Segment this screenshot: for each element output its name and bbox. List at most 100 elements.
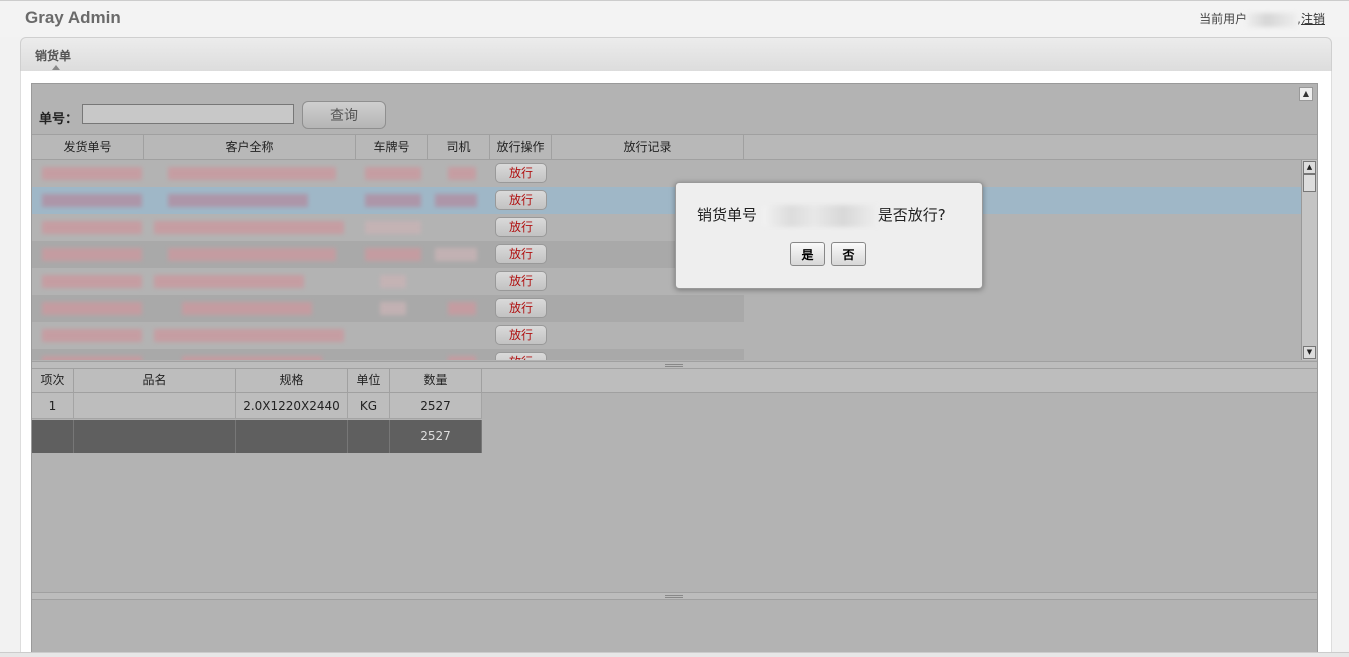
col-quantity[interactable]: 数量 <box>390 369 482 392</box>
dialog-message: 销货单号 是否放行? <box>697 204 946 227</box>
summary-row: 2527 <box>32 420 482 453</box>
order-no-redacted <box>761 204 878 227</box>
scroll-up-icon[interactable]: ▲ <box>1303 161 1316 174</box>
release-button[interactable]: 放行 <box>495 244 547 264</box>
redacted-cell <box>448 167 476 180</box>
scroll-thumb[interactable] <box>1303 174 1316 192</box>
col-delivery-no[interactable]: 发货单号 <box>32 135 144 159</box>
col-unit[interactable]: 单位 <box>348 369 390 392</box>
redacted-cell <box>182 302 312 315</box>
col-customer-name[interactable]: 客户全称 <box>144 135 356 159</box>
table-row-selected[interactable]: 放行 <box>32 187 1301 214</box>
release-button[interactable]: 放行 <box>495 352 547 360</box>
spec-cell: 2.0X1220X2440 <box>236 393 348 419</box>
main-panel: ▲ 单号： 查询 发货单号 客户全称 车牌号 司机 放行操作 放行记录 放行 放… <box>31 83 1318 656</box>
current-user-label: 当前用户 <box>1199 12 1248 26</box>
user-area: 当前用户 ,注销 <box>1199 10 1325 27</box>
redacted-cell <box>42 221 142 234</box>
summary-cell <box>348 420 390 453</box>
redacted-cell <box>365 221 421 234</box>
splitter-grip-icon <box>665 364 683 367</box>
table-row[interactable]: 放行 <box>32 241 744 268</box>
table-row[interactable]: 放行 <box>32 322 744 349</box>
col-release-record[interactable]: 放行记录 <box>552 135 744 159</box>
table-row[interactable]: 放行 <box>32 268 744 295</box>
item-no-cell: 1 <box>32 393 74 419</box>
release-confirm-dialog: 销货单号 是否放行? 是 否 <box>675 182 983 289</box>
grid-body: 放行 放行 放行 放行 放行 放行 放行 <box>32 160 1301 360</box>
redacted-cell <box>168 248 336 261</box>
tab-sales-order[interactable]: 销货单 <box>35 47 71 64</box>
redacted-cell <box>42 275 142 288</box>
redacted-cell <box>435 194 477 207</box>
query-button[interactable]: 查询 <box>302 101 386 129</box>
col-item-no[interactable]: 项次 <box>32 369 74 392</box>
redacted-cell <box>448 356 476 360</box>
col-product-name[interactable]: 品名 <box>74 369 236 392</box>
order-no-input[interactable] <box>82 104 294 124</box>
redacted-cell <box>42 167 142 180</box>
table-row[interactable]: 放行 <box>32 295 744 322</box>
collapse-icon[interactable]: ▲ <box>1299 87 1313 101</box>
panel-splitter[interactable] <box>32 592 1317 600</box>
detail-grid-header: 项次 品名 规格 单位 数量 <box>32 369 1317 393</box>
username-redacted <box>1247 12 1298 27</box>
product-name-cell <box>74 393 236 419</box>
table-row[interactable]: 放行 <box>32 349 744 360</box>
active-tab-indicator <box>52 65 60 70</box>
grid-vertical-scrollbar[interactable]: ▲ ▼ <box>1301 160 1317 360</box>
redacted-cell <box>380 275 406 288</box>
splitter-grip-icon <box>665 595 683 598</box>
unit-cell: KG <box>348 393 390 419</box>
redacted-cell <box>448 302 476 315</box>
col-plate-no[interactable]: 车牌号 <box>356 135 428 159</box>
tab-bar: 销货单 <box>20 37 1332 73</box>
table-row[interactable]: 放行 <box>32 160 744 187</box>
no-button[interactable]: 否 <box>831 242 866 266</box>
order-no-label: 单号： <box>39 112 79 127</box>
summary-quantity-cell: 2527 <box>390 420 482 453</box>
dialog-message-suffix: 是否放行? <box>877 206 946 224</box>
redacted-cell <box>154 221 344 234</box>
release-button[interactable]: 放行 <box>495 298 547 318</box>
redacted-cell <box>42 356 142 360</box>
quantity-cell: 2527 <box>390 393 482 419</box>
redacted-cell <box>435 248 477 261</box>
redacted-cell <box>380 302 406 315</box>
panel-toolbar: ▲ <box>32 84 1317 101</box>
release-button[interactable]: 放行 <box>495 163 547 183</box>
table-row[interactable]: 放行 <box>32 214 744 241</box>
summary-cell <box>74 420 236 453</box>
app-title: Gray Admin <box>25 8 121 27</box>
redacted-cell <box>42 194 142 207</box>
redacted-cell <box>154 329 344 342</box>
yes-button[interactable]: 是 <box>790 242 825 266</box>
top-header: Gray Admin 当前用户 ,注销 <box>0 0 1349 37</box>
release-button[interactable]: 放行 <box>495 271 547 291</box>
grid-header: 发货单号 客户全称 车牌号 司机 放行操作 放行记录 <box>32 134 1317 160</box>
redacted-cell <box>154 275 304 288</box>
summary-cell <box>32 420 74 453</box>
release-button[interactable]: 放行 <box>495 217 547 237</box>
release-button[interactable]: 放行 <box>495 190 547 210</box>
col-spec[interactable]: 规格 <box>236 369 348 392</box>
grid-splitter[interactable] <box>32 361 1317 369</box>
redacted-cell <box>168 194 308 207</box>
redacted-cell <box>365 194 421 207</box>
logout-link[interactable]: 注销 <box>1301 12 1325 26</box>
status-strip <box>0 652 1349 657</box>
redacted-cell <box>365 167 421 180</box>
dialog-message-prefix: 销货单号 <box>697 206 758 224</box>
col-release-action[interactable]: 放行操作 <box>490 135 552 159</box>
redacted-cell <box>42 329 142 342</box>
scroll-down-icon[interactable]: ▼ <box>1303 346 1316 359</box>
summary-cell <box>236 420 348 453</box>
release-button[interactable]: 放行 <box>495 325 547 345</box>
col-driver[interactable]: 司机 <box>428 135 490 159</box>
redacted-cell <box>182 356 322 360</box>
redacted-cell <box>42 248 142 261</box>
table-row[interactable]: 1 2.0X1220X2440 KG 2527 <box>32 393 482 419</box>
redacted-cell <box>168 167 336 180</box>
redacted-cell <box>42 302 142 315</box>
redacted-cell <box>365 248 421 261</box>
